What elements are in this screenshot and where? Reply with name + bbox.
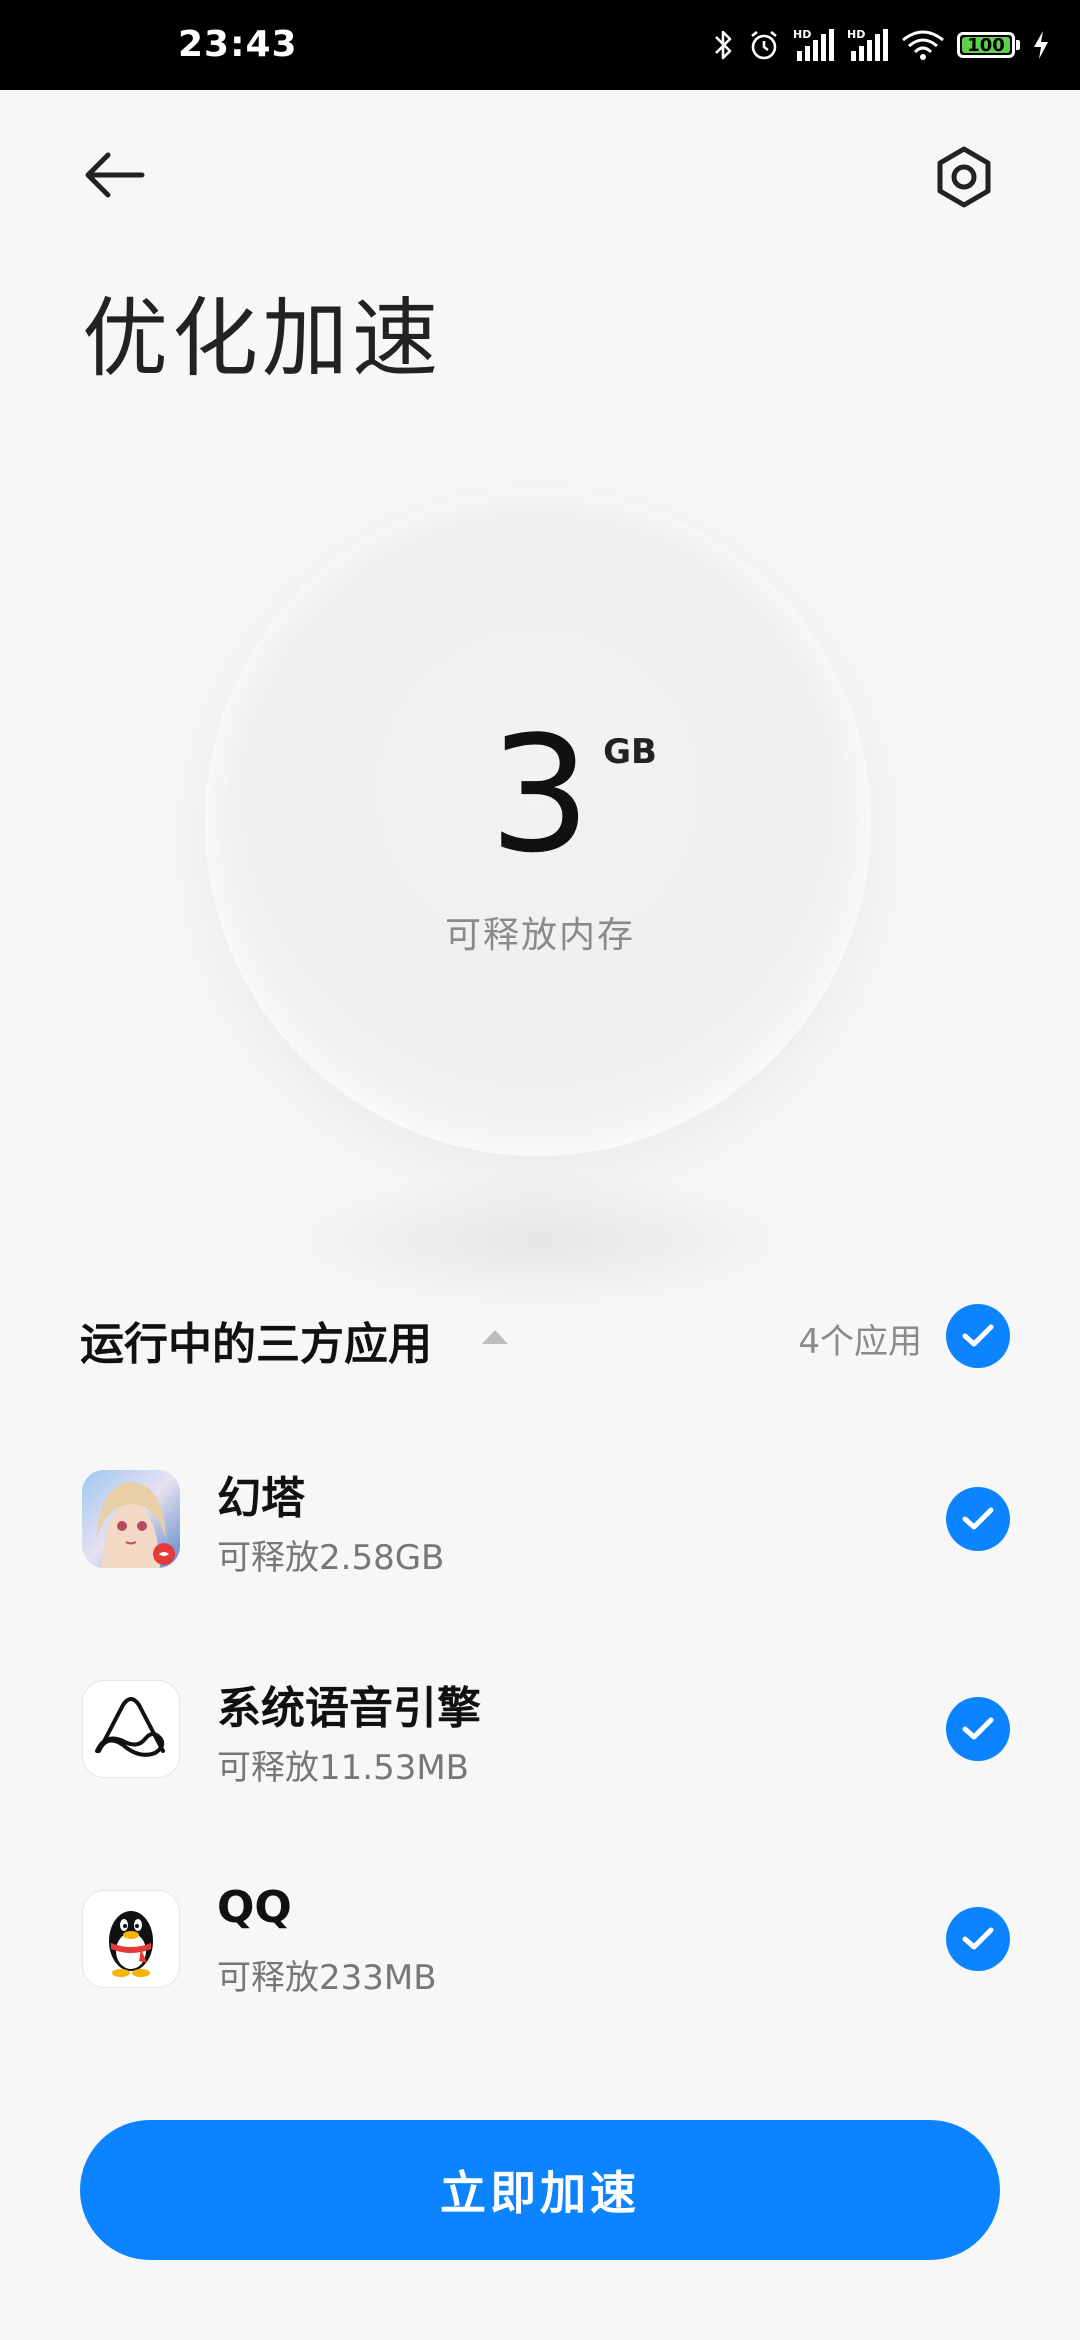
svg-text:HD: HD [847, 28, 865, 41]
signal-hd-icon: HD [793, 27, 835, 63]
app-size: 可释放2.58GB [217, 1538, 445, 1578]
charging-icon [1032, 29, 1050, 61]
hexagon-settings-icon [937, 146, 991, 208]
checkmark-icon [962, 1717, 994, 1740]
running-apps-header: 运行中的三方应用 4个应用 [80, 1300, 1010, 1372]
app-checkbox[interactable] [946, 1697, 1010, 1761]
alarm-icon [747, 28, 781, 62]
app-checkbox[interactable] [946, 1487, 1010, 1551]
list-item-app[interactable]: 幻塔 可释放2.58GB [80, 1470, 1010, 1580]
tower-of-fantasy-app-icon [82, 1470, 180, 1568]
section-title: 运行中的三方应用 [80, 1319, 432, 1370]
battery-level: 100 [967, 34, 1005, 56]
status-time: 23:43 [178, 24, 298, 65]
voice-engine-app-icon [82, 1680, 180, 1778]
status-bar: 23:43 HD HD 100 [0, 0, 1080, 90]
settings-button[interactable] [930, 143, 998, 211]
orb-shadow [280, 1170, 800, 1310]
app-size: 可释放11.53MB [217, 1748, 469, 1788]
svg-text:HD: HD [793, 28, 811, 41]
bluetooth-icon [713, 28, 735, 62]
select-all-checkbox[interactable] [946, 1304, 1010, 1368]
app-count: 4个应用 [798, 1322, 922, 1362]
checkmark-icon [962, 1324, 994, 1347]
battery-icon: 100 [957, 32, 1020, 58]
qq-penguin-app-icon [82, 1890, 180, 1988]
status-icons: HD HD 100 [713, 0, 1050, 90]
boost-now-button[interactable]: 立即加速 [80, 2120, 1000, 2260]
caret-up-icon[interactable] [480, 1326, 510, 1350]
list-item-app[interactable]: QQ 可释放233MB [80, 1882, 1010, 2000]
app-size: 可释放233MB [217, 1958, 437, 1998]
list-item-app[interactable]: 系统语音引擎 可释放11.53MB [80, 1680, 1010, 1790]
arrow-left-icon [85, 152, 145, 198]
memory-value: 3 [489, 701, 591, 888]
back-button[interactable] [80, 145, 152, 205]
app-name: 幻塔 [217, 1473, 305, 1524]
signal-hd-icon: HD [847, 27, 889, 63]
memory-unit: GB [603, 732, 657, 772]
checkmark-icon [962, 1507, 994, 1530]
memory-label: 可释放内存 [444, 915, 635, 956]
page-title: 优化加速 [82, 289, 442, 389]
checkmark-icon [962, 1927, 994, 1950]
app-checkbox[interactable] [946, 1907, 1010, 1971]
app-name: 系统语音引擎 [217, 1683, 481, 1734]
memory-value-wrap: 3 GB [0, 715, 1080, 875]
wifi-icon [901, 28, 945, 62]
app-name: QQ [217, 1882, 292, 1933]
